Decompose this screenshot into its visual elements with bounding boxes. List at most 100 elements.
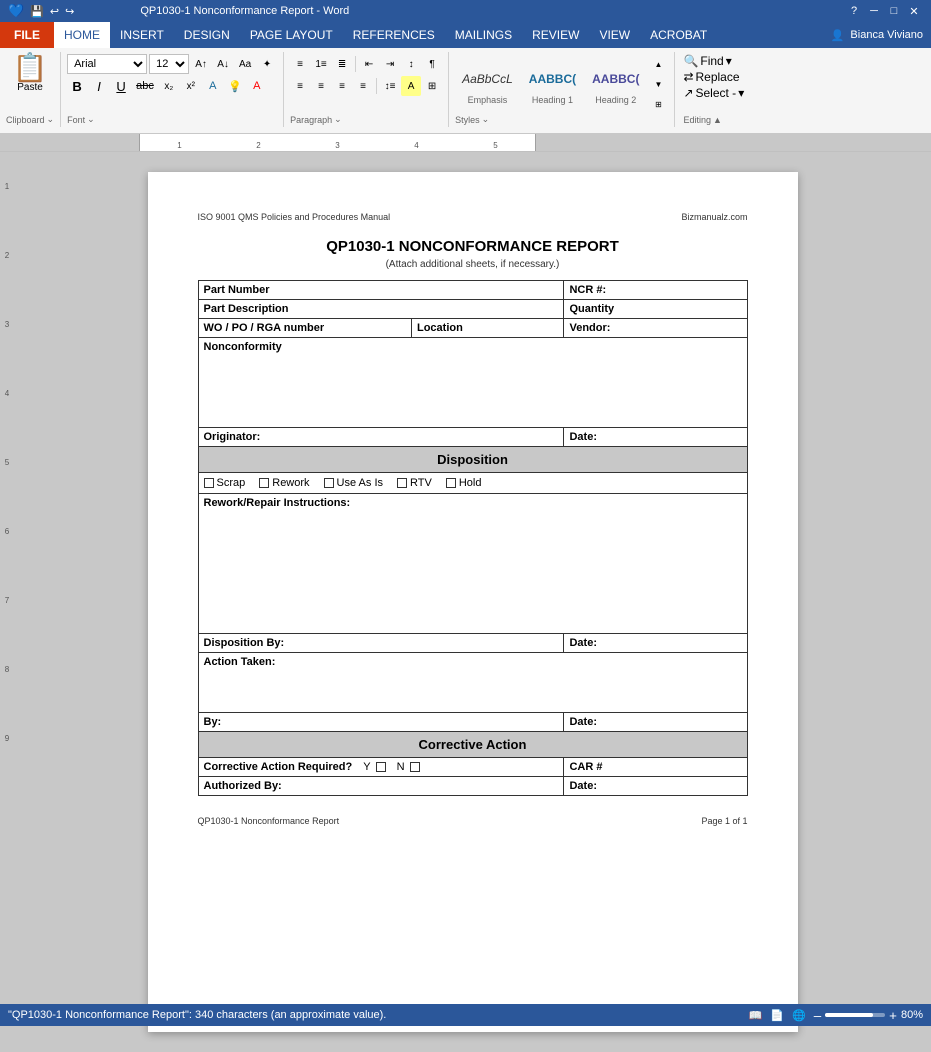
quick-access-save[interactable]: 💾: [30, 5, 44, 18]
page-header: ISO 9001 QMS Policies and Procedures Man…: [198, 212, 748, 222]
text-effects-button[interactable]: A: [203, 76, 223, 96]
zoom-slider[interactable]: [825, 1013, 885, 1017]
ruler-num-8: 8: [5, 665, 9, 674]
date1-label: Date:: [564, 428, 747, 447]
bullets-button[interactable]: ≡: [290, 54, 310, 74]
checkbox-row: Scrap Rework Use As Is: [204, 477, 742, 489]
font-expand-icon[interactable]: ⌄: [87, 114, 95, 125]
zoom-in-button[interactable]: +: [889, 1008, 897, 1023]
ruler-num-4: 4: [5, 389, 9, 398]
menu-home[interactable]: HOME: [54, 22, 110, 48]
scrap-checkbox[interactable]: Scrap: [204, 477, 246, 489]
italic-button[interactable]: I: [89, 76, 109, 96]
menu-references[interactable]: REFERENCES: [343, 22, 445, 48]
par-separator-1: [355, 56, 356, 72]
hold-checkbox[interactable]: Hold: [446, 477, 482, 489]
menu-insert[interactable]: INSERT: [110, 22, 174, 48]
n-checkbox[interactable]: [410, 762, 420, 772]
location-label: Location: [411, 319, 564, 338]
style-emphasis[interactable]: AaBbCcL Emphasis: [455, 60, 520, 108]
minimize-button[interactable]: ─: [865, 3, 883, 19]
use-as-is-checkbox[interactable]: Use As Is: [324, 477, 383, 489]
subscript-button[interactable]: x₂: [159, 76, 179, 96]
select-button[interactable]: ↗ Select - ▾: [683, 86, 747, 100]
menu-file[interactable]: FILE: [0, 22, 54, 48]
rtv-checkbox[interactable]: RTV: [397, 477, 432, 489]
view-web-icon[interactable]: 🌐: [792, 1009, 806, 1022]
style-heading2[interactable]: AABBC( Heading 2: [585, 60, 646, 108]
menu-mailings[interactable]: MAILINGS: [445, 22, 522, 48]
maximize-button[interactable]: □: [885, 3, 903, 19]
align-center-button[interactable]: ≡: [311, 76, 331, 96]
clear-formatting-button[interactable]: ✦: [257, 54, 277, 74]
table-row-disposition-header: Disposition: [198, 447, 747, 473]
align-right-button[interactable]: ≡: [332, 76, 352, 96]
font-family-select[interactable]: Arial: [67, 54, 147, 74]
strikethrough-button[interactable]: abc: [133, 76, 157, 96]
multilevel-button[interactable]: ≣: [332, 54, 352, 74]
par-expand-icon[interactable]: ⌄: [334, 114, 342, 125]
align-left-button[interactable]: ≡: [290, 76, 310, 96]
page-footer: QP1030-1 Nonconformance Report Page 1 of…: [198, 816, 748, 826]
increase-indent-button[interactable]: ⇥: [380, 54, 400, 74]
find-button[interactable]: 🔍 Find ▾: [683, 54, 747, 68]
grow-font-button[interactable]: A↑: [191, 54, 211, 74]
highlight-button[interactable]: 💡: [225, 76, 245, 96]
use-as-is-box: [324, 478, 334, 488]
menu-review[interactable]: REVIEW: [522, 22, 589, 48]
by-label: By:: [198, 713, 564, 732]
checkboxes-cell: Scrap Rework Use As Is: [198, 473, 747, 494]
paste-button[interactable]: 📋 Paste: [13, 54, 48, 114]
clipboard-group: 📋 Paste Clipboard ⌄: [0, 52, 61, 127]
page-header-right: Bizmanualz.com: [681, 212, 747, 222]
menu-design[interactable]: DESIGN: [174, 22, 240, 48]
zoom-out-button[interactable]: –: [814, 1008, 821, 1023]
font-color-button[interactable]: A: [247, 76, 267, 96]
style-heading1-preview: AABBC(: [529, 63, 576, 95]
view-print-icon[interactable]: 📄: [770, 1009, 784, 1022]
styles-down-button[interactable]: ▼: [648, 74, 668, 94]
underline-button[interactable]: U: [111, 76, 131, 96]
car-number-label: CAR #: [564, 758, 747, 777]
rework-checkbox[interactable]: Rework: [259, 477, 309, 489]
menu-page-layout[interactable]: PAGE LAYOUT: [240, 22, 343, 48]
styles-up-button[interactable]: ▲: [648, 54, 668, 74]
editing-group: 🔍 Find ▾ ⇄ Replace ↗ Select - ▾ Editing …: [675, 52, 755, 127]
style-heading1[interactable]: AABBC( Heading 1: [522, 60, 583, 108]
sort-button[interactable]: ↕: [401, 54, 421, 74]
replace-button[interactable]: ⇄ Replace: [683, 70, 747, 84]
ruler: 12345: [0, 134, 931, 152]
numbering-button[interactable]: 1≡: [311, 54, 331, 74]
superscript-button[interactable]: x²: [181, 76, 201, 96]
left-ruler: 1 2 3 4 5 6 7 8 9: [0, 152, 14, 1052]
change-case-button[interactable]: Aa: [235, 54, 255, 74]
font-size-select[interactable]: 12: [149, 54, 189, 74]
table-row-action-taken: Action Taken:: [198, 653, 747, 713]
show-marks-button[interactable]: ¶: [422, 54, 442, 74]
close-button[interactable]: ✕: [905, 3, 923, 19]
view-read-icon[interactable]: 📖: [749, 1009, 763, 1022]
table-row-1: Part Number NCR #:: [198, 281, 747, 300]
bold-button[interactable]: B: [67, 76, 87, 96]
editing-collapse-icon[interactable]: ▲: [713, 115, 722, 125]
justify-button[interactable]: ≡: [353, 76, 373, 96]
style-heading2-preview: AABBC(: [592, 63, 639, 95]
paste-icon: 📋: [13, 54, 48, 82]
help-button[interactable]: ?: [845, 3, 863, 19]
styles-expand-icon[interactable]: ⌄: [482, 114, 490, 125]
shading-button[interactable]: A: [401, 76, 421, 96]
styles-scroll: ▲ ▼ ⊞: [648, 54, 668, 114]
quick-access-undo[interactable]: ↩: [50, 5, 59, 18]
menu-acrobat[interactable]: ACROBAT: [640, 22, 717, 48]
menu-view[interactable]: VIEW: [589, 22, 640, 48]
quick-access-redo[interactable]: ↪: [65, 5, 74, 18]
line-spacing-button[interactable]: ↕≡: [380, 76, 400, 96]
table-row-originator: Originator: Date:: [198, 428, 747, 447]
decrease-indent-button[interactable]: ⇤: [359, 54, 379, 74]
y-checkbox[interactable]: [376, 762, 386, 772]
styles-more-button[interactable]: ⊞: [648, 94, 668, 114]
shrink-font-button[interactable]: A↓: [213, 54, 233, 74]
select-icon: ↗: [683, 86, 693, 100]
border-button[interactable]: ⊞: [422, 76, 442, 96]
clipboard-expand-icon[interactable]: ⌄: [47, 114, 55, 125]
